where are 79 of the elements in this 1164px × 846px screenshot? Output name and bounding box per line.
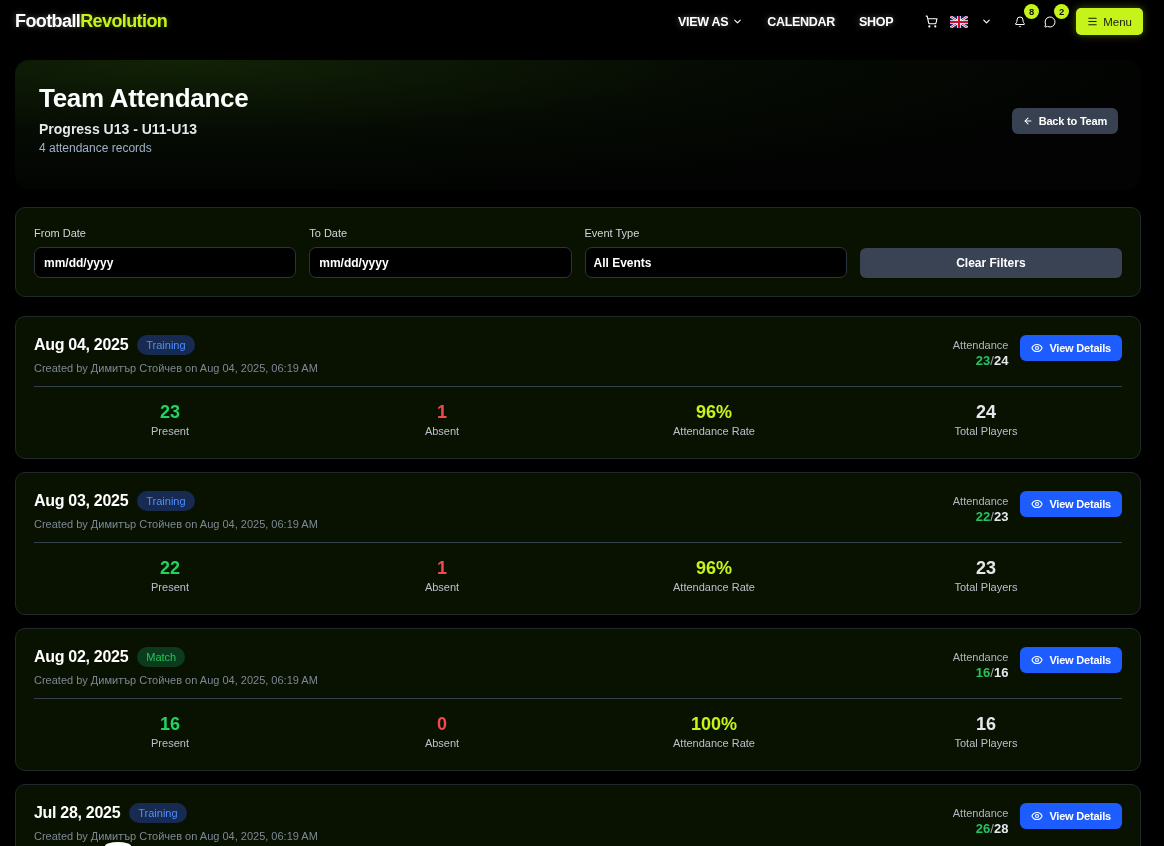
created-by-text: Created by Димитър Стойчев on Aug 04, 2025, 06:19 AM bbox=[34, 363, 318, 374]
record-date: Aug 03, 2025 bbox=[34, 492, 129, 510]
stat-label: Attendance Rate bbox=[673, 580, 755, 594]
field-label: Event Type bbox=[584, 226, 641, 240]
created-by-text: Created by Димитър Стойчев on Aug 04, 2025, 06:19 AM bbox=[34, 519, 318, 530]
stat-label: Absent bbox=[424, 736, 460, 750]
stat-value: 1 bbox=[437, 557, 447, 579]
clear-filters-button[interactable]: Clear Filters bbox=[859, 248, 1122, 278]
stat-label: Present bbox=[151, 736, 189, 750]
attendance-label: Attendance bbox=[952, 338, 1009, 352]
attendance-count: 16/16 bbox=[975, 664, 1009, 681]
attendance-count: 23/24 bbox=[975, 352, 1009, 369]
attendance-label: Attendance bbox=[952, 494, 1009, 508]
chevron-down-icon bbox=[732, 16, 744, 27]
menu-icon bbox=[1087, 16, 1099, 27]
stat-label: Attendance Rate bbox=[673, 424, 755, 438]
menu-button[interactable]: Menu bbox=[1076, 8, 1143, 35]
attendance-count: 22/23 bbox=[975, 508, 1009, 525]
chevron-down-icon bbox=[981, 16, 993, 27]
field-label: From Date bbox=[34, 226, 87, 240]
team-name: Progress U13 - U11-U13 bbox=[39, 121, 198, 137]
attendance-label: Attendance bbox=[952, 650, 1009, 664]
nav-link[interactable]: VIEW AS bbox=[678, 14, 744, 29]
stat-value: 100% bbox=[690, 713, 737, 735]
stat-value: 23 bbox=[976, 557, 996, 579]
notification-count: 8 bbox=[1024, 3, 1040, 19]
record-date: Jul 28, 2025 bbox=[34, 804, 121, 822]
nav-link[interactable]: CALENDAR bbox=[767, 14, 835, 29]
stat-value: 0 bbox=[437, 713, 447, 735]
stat-value: 16 bbox=[976, 713, 996, 735]
uk-flag-icon bbox=[950, 15, 969, 28]
date-field[interactable]: mm/dd/yyyy bbox=[309, 247, 572, 278]
attendance-count: 26/28 bbox=[975, 820, 1009, 837]
page-title: Team Attendance bbox=[39, 82, 249, 114]
record-count: 4 attendance records bbox=[39, 141, 153, 155]
stat-label: Total Players bbox=[954, 736, 1018, 750]
view-details-button[interactable]: View Details bbox=[1020, 803, 1122, 829]
eye-icon bbox=[1031, 654, 1044, 666]
stat-label: Present bbox=[151, 424, 189, 438]
event-type-select[interactable]: All Events bbox=[584, 247, 847, 278]
event-type-badge: Match bbox=[137, 647, 186, 667]
stat-value: 24 bbox=[976, 401, 996, 423]
language-selector[interactable] bbox=[950, 15, 993, 28]
view-details-button[interactable]: View Details bbox=[1020, 491, 1122, 517]
record-date: Aug 04, 2025 bbox=[34, 336, 129, 354]
record-date: Aug 02, 2025 bbox=[34, 648, 129, 666]
stat-label: Total Players bbox=[954, 580, 1018, 594]
field-label: To Date bbox=[309, 226, 349, 240]
logo[interactable]: FootballRevolution bbox=[15, 11, 168, 32]
view-details-button[interactable]: View Details bbox=[1020, 647, 1122, 673]
created-by-text: Created by Димитър Стойчев on Aug 04, 2025, 06:19 AM bbox=[34, 675, 318, 686]
stat-value: 16 bbox=[160, 713, 180, 735]
event-type-badge: Training bbox=[137, 335, 195, 355]
event-type-badge: Training bbox=[129, 803, 187, 823]
message-count: 2 bbox=[1054, 3, 1070, 19]
stat-label: Attendance Rate bbox=[673, 736, 755, 750]
attendance-label: Attendance bbox=[952, 806, 1009, 820]
view-details-button[interactable]: View Details bbox=[1020, 335, 1122, 361]
arrow-left-icon bbox=[1022, 116, 1033, 126]
eye-icon bbox=[1031, 810, 1044, 822]
stat-label: Present bbox=[151, 580, 189, 594]
notifications-bell-icon[interactable] bbox=[1014, 15, 1027, 28]
stat-value: 1 bbox=[437, 401, 447, 423]
created-by-text: Created by Димитър Стойчев on Aug 04, 2025, 06:19 AM bbox=[34, 831, 318, 842]
stat-label: Absent bbox=[424, 424, 460, 438]
event-type-badge: Training bbox=[137, 491, 195, 511]
messages-chat-icon[interactable] bbox=[1044, 15, 1057, 28]
stat-value: 96% bbox=[696, 557, 732, 579]
cart-icon[interactable] bbox=[925, 15, 939, 28]
date-field[interactable]: mm/dd/yyyy bbox=[34, 247, 297, 278]
back-to-team-button[interactable]: Back to Team bbox=[1011, 108, 1118, 134]
stat-label: Absent bbox=[424, 580, 460, 594]
stat-label: Total Players bbox=[954, 424, 1018, 438]
stat-value: 96% bbox=[696, 401, 732, 423]
stat-value: 23 bbox=[160, 401, 180, 423]
eye-icon bbox=[1031, 342, 1044, 354]
eye-icon bbox=[1031, 498, 1044, 510]
nav-link[interactable]: SHOP bbox=[859, 14, 894, 29]
stat-value: 22 bbox=[160, 557, 180, 579]
